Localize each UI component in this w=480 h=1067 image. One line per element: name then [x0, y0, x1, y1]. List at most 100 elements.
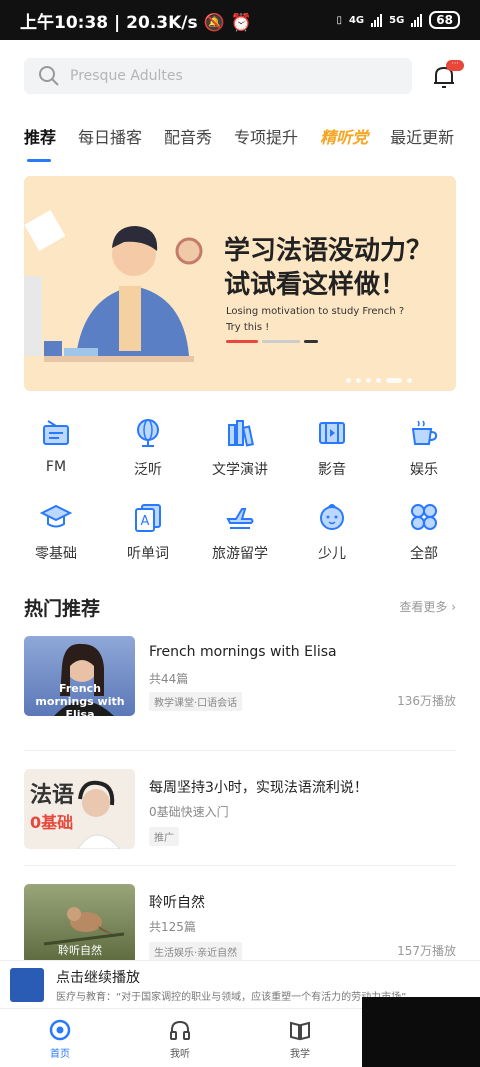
- thumbnail-caption: French mornings with Elisa: [35, 682, 125, 716]
- item-plays: 136万播放: [397, 694, 456, 708]
- recommend-list: French mornings with Elisa French mornin…: [24, 636, 456, 981]
- player-subtitle: 医疗与教育：“对于国家调控的职业与领域，应该重塑一个有活力的劳动力市场”: [56, 992, 407, 1003]
- category-label: 全部: [410, 546, 438, 562]
- svg-text:A: A: [141, 514, 150, 529]
- category-label: 娱乐: [410, 462, 438, 478]
- status-left: 上午10:38 | 20.3K/s 🔕 ⏰: [20, 12, 252, 33]
- word-card-icon: A: [135, 504, 161, 532]
- nav-listen[interactable]: 我听: [150, 1019, 210, 1060]
- item-tag: 教学课堂·口语会话: [149, 692, 243, 711]
- see-more-link[interactable]: 查看更多 ›: [399, 598, 456, 615]
- category-label: 影音: [318, 462, 346, 478]
- graduation-cap-icon: [40, 504, 72, 528]
- item-title: 聆听自然: [149, 895, 205, 911]
- item-count: 共44篇: [149, 672, 189, 686]
- category-tabs: 推荐 每日播客 配音秀 专项提升 精听党 最近更新: [24, 124, 480, 162]
- book-icon: [290, 1021, 310, 1041]
- home-icon: [49, 1019, 71, 1041]
- nav-study[interactable]: 我学: [270, 1019, 330, 1060]
- cup-icon: [411, 420, 438, 445]
- category-entertainment[interactable]: 娱乐: [378, 417, 470, 487]
- search-icon: [39, 66, 59, 86]
- item-tag: 推广: [149, 827, 179, 846]
- item-thumbnail: French mornings with Elisa: [24, 636, 135, 716]
- notification-badge: ···: [446, 60, 464, 71]
- player-title: 点击继续播放: [56, 970, 140, 986]
- item-tag: 生活娱乐·亲近自然: [149, 942, 243, 961]
- section-title: 热门推荐: [24, 598, 101, 620]
- tab-recommend[interactable]: 推荐: [24, 124, 56, 162]
- status-speed: 20.3K/s: [126, 12, 198, 33]
- headphones-icon: [170, 1020, 190, 1040]
- list-item[interactable]: French mornings with Elisa French mornin…: [24, 636, 456, 751]
- banner-title: 学习法语没动力？ 试试看这样做！: [224, 234, 432, 302]
- thumbnail-caption: 聆听自然: [58, 944, 102, 957]
- notification-button[interactable]: ···: [432, 60, 464, 92]
- banner-illustration: [24, 210, 203, 362]
- category-kids[interactable]: 少儿: [286, 501, 378, 571]
- category-beginner[interactable]: 零基础: [10, 501, 102, 571]
- banner-subtitle-line2: Try this !: [226, 322, 270, 333]
- signal-icon-2: [411, 13, 423, 27]
- tab-dubbing[interactable]: 配音秀: [164, 124, 212, 148]
- main-content: Presque Adultes ··· 推荐 每日播客 配音秀 专项提升 精听党…: [0, 40, 480, 1067]
- category-extensive-listening[interactable]: 泛听: [102, 417, 194, 487]
- status-bar: 上午10:38 | 20.3K/s 🔕 ⏰ ▯ 4G 5G 68: [0, 0, 480, 40]
- nav-label: 首页: [50, 1049, 70, 1060]
- chevron-right-icon: ›: [451, 600, 456, 614]
- banner-title-line2: 试试看这样做！: [224, 270, 407, 300]
- search-input[interactable]: Presque Adultes: [24, 58, 412, 94]
- airplane-icon: [226, 508, 254, 529]
- tab-recent-updates[interactable]: 最近更新: [390, 124, 454, 148]
- banner-decor-bars: [226, 340, 318, 343]
- item-count: 0基础快速入门: [149, 805, 229, 819]
- globe-icon: [137, 419, 159, 447]
- signal-icon: [371, 13, 383, 27]
- banner-pagination: [346, 378, 412, 383]
- alarm-icon: ⏰: [230, 12, 252, 33]
- category-vocabulary[interactable]: A 听单词: [102, 501, 194, 571]
- category-label: 少儿: [318, 546, 346, 562]
- item-count: 共125篇: [149, 920, 196, 934]
- vibrate-icon: ▯: [336, 14, 342, 26]
- category-travel-study[interactable]: 旅游留学: [194, 501, 286, 571]
- category-label: 零基础: [35, 546, 77, 562]
- category-label: 旅游留学: [212, 546, 268, 562]
- item-thumbnail: 聆听自然: [24, 884, 135, 964]
- promo-banner[interactable]: 学习法语没动力？ 试试看这样做！ Losing motivation to st…: [24, 176, 456, 391]
- grid-icon: [411, 504, 437, 530]
- banner-subtitle-line1: Losing motivation to study French ?: [226, 306, 405, 317]
- banner-title-line1: 学习法语没动力？: [224, 236, 433, 266]
- battery-indicator: 68: [429, 11, 460, 29]
- category-all[interactable]: 全部: [378, 501, 470, 571]
- tab-daily-podcast[interactable]: 每日播客: [78, 124, 142, 148]
- category-label: 泛听: [134, 462, 162, 478]
- status-time: 上午10:38: [20, 12, 109, 33]
- net-4g: 4G: [348, 14, 365, 26]
- see-more-label: 查看更多: [399, 600, 448, 614]
- category-literature-speech[interactable]: 文学演讲: [194, 417, 286, 487]
- books-icon: [228, 420, 254, 447]
- category-audio-video[interactable]: 影音: [286, 417, 378, 487]
- category-grid: FM 泛听 文学演讲 影音 娱乐 零基础 A 听单词 旅游留学 少儿 全部: [10, 417, 470, 571]
- net-5g: 5G: [389, 14, 405, 26]
- tab-intensive-listening[interactable]: 精听党: [320, 124, 368, 148]
- category-label: FM: [45, 459, 67, 475]
- thumbnail-title: 法语: [30, 783, 75, 808]
- tab-special-training[interactable]: 专项提升: [234, 124, 298, 148]
- category-fm[interactable]: FM: [10, 417, 102, 487]
- item-title: French mornings with Elisa: [149, 644, 337, 660]
- search-placeholder: Presque Adultes: [70, 68, 183, 84]
- nav-home[interactable]: 首页: [30, 1019, 90, 1060]
- overlay-corner: [362, 997, 480, 1067]
- banner-subtitle: Losing motivation to study French ? Try …: [226, 304, 404, 336]
- category-label: 文学演讲: [212, 462, 268, 478]
- category-label: 听单词: [127, 546, 169, 562]
- item-thumbnail: 法语 0基础: [24, 769, 135, 849]
- nav-label: 我学: [290, 1049, 310, 1060]
- player-thumbnail: [10, 968, 44, 1002]
- thumbnail-subtitle: 0基础: [30, 813, 74, 832]
- radio-icon: [43, 420, 69, 445]
- list-item[interactable]: 法语 0基础 每周坚持3小时，实现法语流利说！ 0基础快速入门 推广: [24, 751, 456, 866]
- item-plays: 157万播放: [397, 944, 456, 958]
